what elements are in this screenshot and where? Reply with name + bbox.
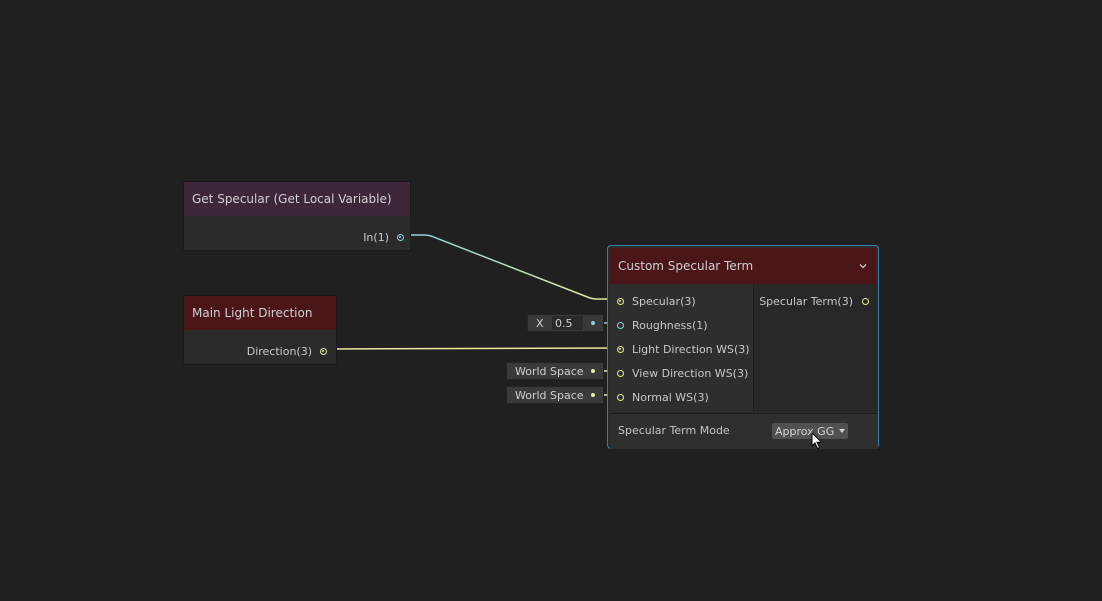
column-divider [753,284,754,412]
view-space-connector-dot [591,369,595,373]
view-direction-input-label: View Direction WS(3) [632,366,749,380]
view-space-label: World Space [515,364,584,378]
main-light-direction-node[interactable]: Main Light Direction Direction(3) [183,295,337,365]
in-port-icon[interactable] [397,233,404,241]
get-specular-title: Get Specular (Get Local Variable) [184,182,410,216]
main-light-direction-title: Main Light Direction [184,296,336,330]
mouse-cursor-icon [811,432,823,450]
specular-term-output-port[interactable]: Specular Term(3) [759,293,869,309]
specular-input-label: Specular(3) [632,294,696,308]
normal-input-label: Normal WS(3) [632,390,709,404]
get-specular-output-port[interactable]: In(1) [363,229,404,245]
node-properties: Specular Term Mode Approx GGX [610,413,878,449]
custom-specular-title-bar[interactable]: Custom Specular Term [610,248,876,284]
in-port-label: In(1) [363,230,389,244]
view-direction-input-port[interactable]: View Direction WS(3) [617,365,748,381]
roughness-value-field[interactable]: 0.5 [552,316,583,330]
direction-port-icon[interactable] [320,347,327,355]
specular-term-mode-label: Specular Term Mode [618,424,730,437]
direction-output-port[interactable]: Direction(3) [247,343,327,359]
roughness-input-label: Roughness(1) [632,318,708,332]
wire-direction [323,347,621,350]
roughness-inline-input[interactable]: X 0.5 [527,314,604,332]
chevron-down-icon[interactable] [858,261,868,271]
normal-input-port[interactable]: Normal WS(3) [617,389,709,405]
roughness-connector-dot [591,321,595,325]
specular-term-port-icon[interactable] [862,297,869,305]
light-direction-port-icon[interactable] [617,345,624,353]
light-direction-input-port[interactable]: Light Direction WS(3) [617,341,750,357]
dropdown-caret-icon [839,429,845,433]
custom-specular-term-node[interactable]: Custom Specular Term Specular(3) Roughne… [607,245,879,449]
wire-layer [323,234,621,396]
custom-specular-title: Custom Specular Term [618,259,754,273]
specular-port-icon[interactable] [617,297,624,305]
roughness-input-port[interactable]: Roughness(1) [617,317,708,333]
direction-port-label: Direction(3) [246,344,312,358]
roughness-axis-label: X [536,316,544,330]
roughness-port-icon[interactable] [617,321,624,329]
light-direction-input-label: Light Direction WS(3) [632,342,750,356]
view-space-inline-input[interactable]: World Space [506,362,604,380]
view-direction-port-icon[interactable] [617,369,624,377]
normal-space-connector-dot [591,393,595,397]
specular-input-port[interactable]: Specular(3) [617,293,696,309]
wire-specular [399,234,620,300]
normal-space-label: World Space [515,388,584,402]
normal-space-inline-input[interactable]: World Space [506,386,604,404]
normal-port-icon[interactable] [617,393,624,401]
get-specular-node[interactable]: Get Specular (Get Local Variable) In(1) [183,181,411,251]
specular-term-output-label: Specular Term(3) [759,294,853,308]
specular-term-mode-dropdown[interactable]: Approx GGX [771,422,849,440]
specular-term-mode-value: Approx GGX [775,424,835,438]
